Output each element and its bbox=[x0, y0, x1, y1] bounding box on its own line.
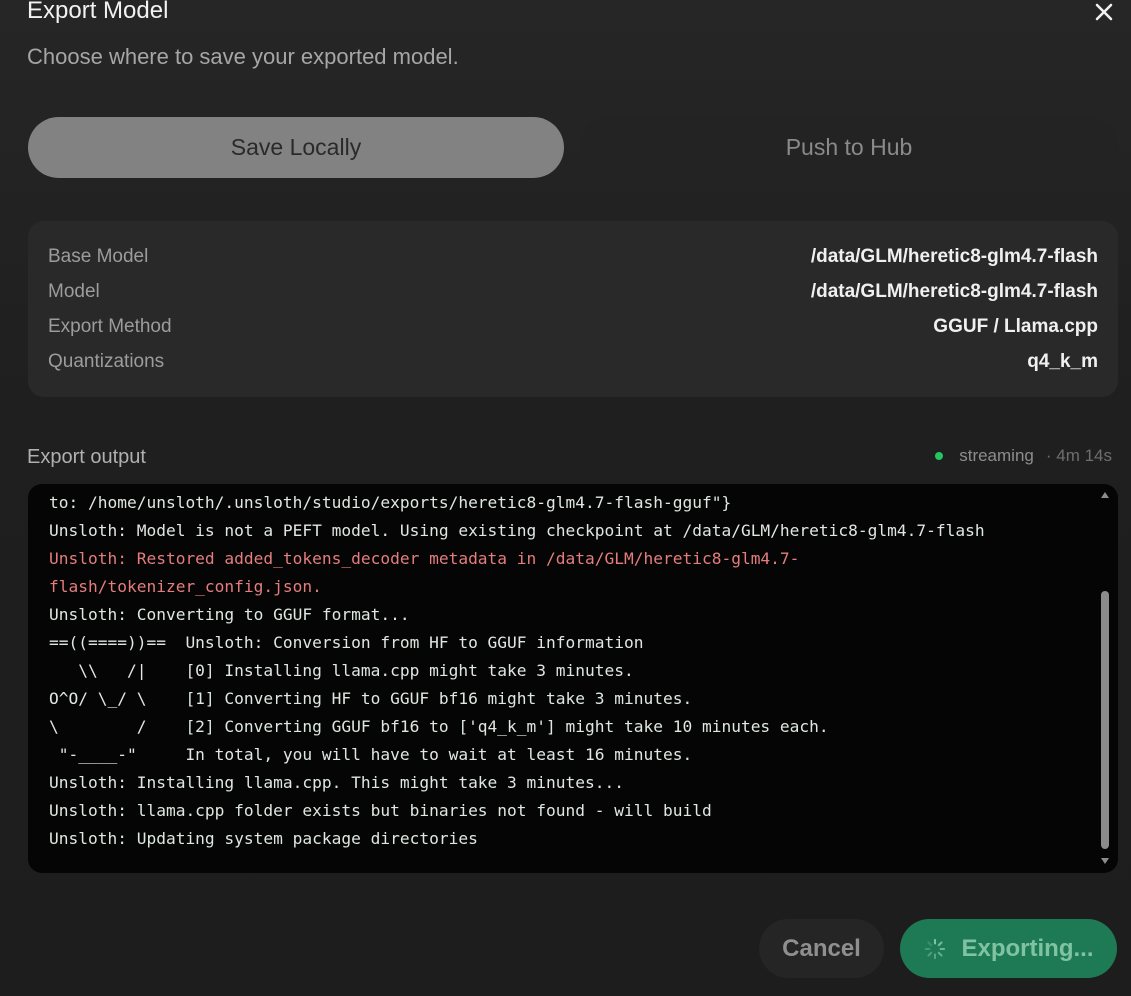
console-line: Unsloth: Updating system package directo… bbox=[49, 829, 478, 848]
export-output-label: Export output bbox=[27, 446, 146, 468]
console-line: Unsloth: Converting to GGUF format... bbox=[49, 605, 410, 624]
dialog-title: Export Model bbox=[27, 0, 169, 24]
close-icon[interactable] bbox=[1092, 0, 1116, 24]
tab-save-locally[interactable]: Save Locally bbox=[28, 117, 564, 178]
scroll-down-icon[interactable] bbox=[1101, 858, 1109, 864]
console-line: to: /home/unsloth/.unsloth/studio/export… bbox=[49, 493, 732, 512]
summary-value: q4_k_m bbox=[1027, 351, 1098, 372]
status-text: streaming bbox=[959, 446, 1034, 465]
elapsed-time: · 4m 14s bbox=[1045, 446, 1112, 465]
summary-value: /data/GLM/heretic8-glm4.7-flash bbox=[810, 281, 1098, 302]
console-line: \ / [2] Converting GGUF bf16 to ['q4_k_m… bbox=[49, 717, 829, 736]
summary-row-quantizations: Quantizations q4_k_m bbox=[48, 347, 1098, 377]
console-line: Unsloth: Installing llama.cpp. This migh… bbox=[49, 773, 624, 792]
summary-row-model: Model /data/GLM/heretic8-glm4.7-flash bbox=[48, 277, 1098, 307]
summary-label: Base Model bbox=[48, 246, 149, 267]
summary-label: Model bbox=[48, 281, 100, 302]
console-line: "-____-" In total, you will have to wait… bbox=[49, 745, 693, 764]
streaming-status: streaming · 4m 14s bbox=[935, 446, 1117, 466]
scrollbar-thumb[interactable] bbox=[1101, 591, 1109, 849]
cancel-button-label: Cancel bbox=[782, 934, 861, 962]
console-line: Unsloth: Model is not a PEFT model. Usin… bbox=[49, 521, 985, 540]
export-model-dialog: Export Model Choose where to save your e… bbox=[0, 0, 1131, 996]
summary-value: /data/GLM/heretic8-glm4.7-flash bbox=[810, 246, 1098, 267]
console-line: Unsloth: llama.cpp folder exists but bin… bbox=[49, 801, 712, 820]
exporting-button[interactable]: Exporting... bbox=[900, 919, 1117, 978]
console-scrollbar[interactable] bbox=[1100, 492, 1110, 864]
console-line: \\ /| [0] Installing llama.cpp might tak… bbox=[49, 661, 634, 680]
console-line: Unsloth: Restored added_tokens_decoder m… bbox=[49, 549, 800, 568]
status-dot-icon bbox=[935, 452, 944, 460]
exporting-button-label: Exporting... bbox=[961, 934, 1094, 962]
spinner-icon bbox=[924, 938, 945, 959]
summary-label: Export Method bbox=[48, 316, 172, 337]
console-lines: to: /home/unsloth/.unsloth/studio/export… bbox=[49, 489, 1094, 853]
summary-label: Quantizations bbox=[48, 351, 165, 372]
scroll-up-icon[interactable] bbox=[1101, 492, 1109, 498]
summary-value: GGUF / Llama.cpp bbox=[933, 316, 1098, 337]
export-summary: Base Model /data/GLM/heretic8-glm4.7-fla… bbox=[28, 221, 1118, 397]
export-output-console[interactable]: to: /home/unsloth/.unsloth/studio/export… bbox=[28, 484, 1118, 873]
summary-row-base-model: Base Model /data/GLM/heretic8-glm4.7-fla… bbox=[48, 242, 1098, 272]
console-line: ==((====))== Unsloth: Conversion from HF… bbox=[49, 633, 644, 652]
console-line: flash/tokenizer_config.json. bbox=[49, 577, 322, 596]
console-line: O^O/ \_/ \ [1] Converting HF to GGUF bf1… bbox=[49, 689, 693, 708]
summary-row-export-method: Export Method GGUF / Llama.cpp bbox=[48, 312, 1098, 342]
dialog-subtitle: Choose where to save your exported model… bbox=[27, 44, 459, 69]
cancel-button[interactable]: Cancel bbox=[759, 919, 884, 978]
tab-push-to-hub[interactable]: Push to Hub bbox=[580, 117, 1118, 178]
